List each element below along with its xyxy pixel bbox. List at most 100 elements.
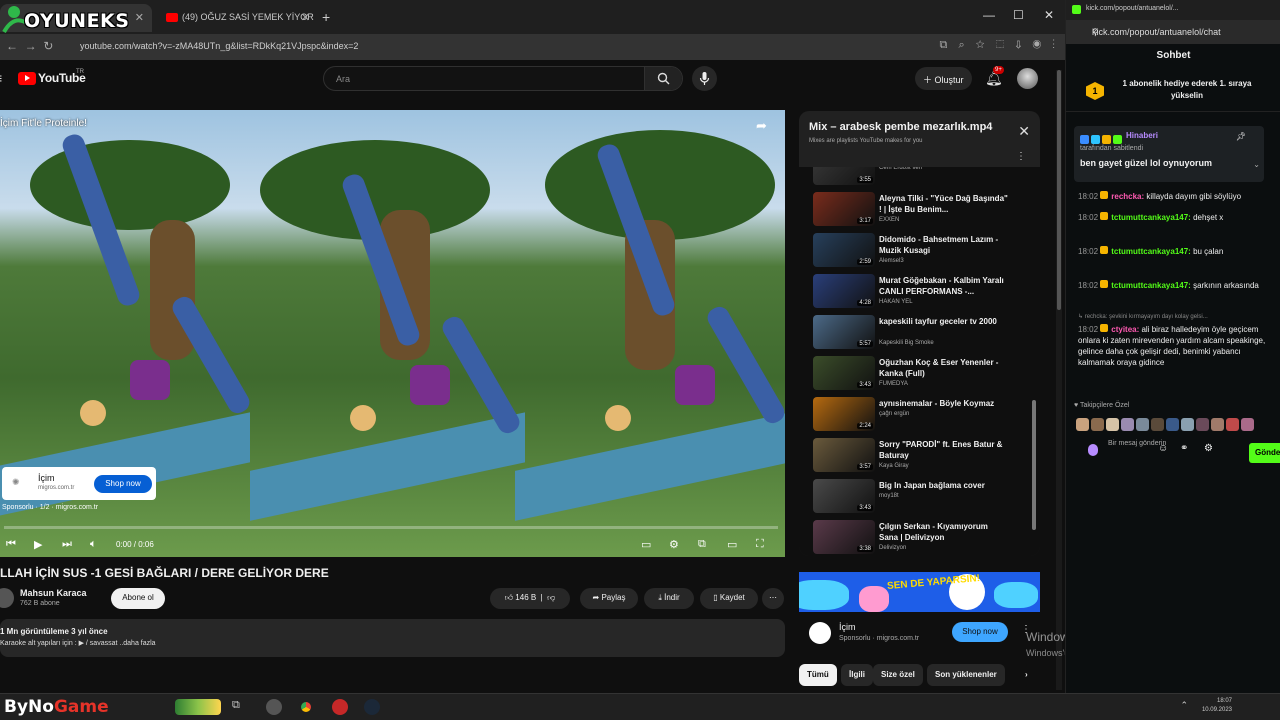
emote-icon[interactable] bbox=[1136, 418, 1149, 431]
minimize-icon[interactable]: — bbox=[983, 8, 995, 22]
send-button[interactable]: Gönder bbox=[1249, 443, 1280, 463]
maximize-icon[interactable]: ☐ bbox=[1013, 8, 1024, 22]
playlist-item[interactable]: 3:43 Big In Japan bağlama cover moy18t bbox=[799, 477, 1040, 517]
pin-icon[interactable]: 📌︎ bbox=[1236, 132, 1246, 141]
chat-message[interactable]: 18:02 rechcka: killayda dayım gibi söylü… bbox=[1078, 191, 1270, 202]
emote-icon[interactable] bbox=[1106, 418, 1119, 431]
playlist-item[interactable]: 3:55 Cem Erdost İlerl bbox=[799, 167, 1040, 189]
volume-icon[interactable]: 🔈︎ bbox=[90, 538, 97, 551]
tab-close-icon[interactable]: ✕ bbox=[301, 11, 310, 24]
settings-gear-icon[interactable]: ⚙ bbox=[669, 538, 679, 551]
save-button[interactable]: ▯ Kaydet bbox=[700, 588, 758, 609]
chip-recent[interactable]: Son yüklenenler bbox=[927, 664, 1005, 686]
playlist-thumbnail[interactable]: 3:57 bbox=[813, 438, 875, 472]
playlist-thumbnail[interactable]: 3:38 bbox=[813, 520, 875, 554]
chevron-down-icon[interactable]: ⌄ bbox=[1253, 160, 1260, 169]
microphone-button[interactable] bbox=[692, 66, 717, 91]
chat-message[interactable]: 18:02 tctumuttcankaya147: dehşet x bbox=[1078, 212, 1270, 223]
video-ad-card[interactable]: ✺ İçim migros.com.tr Shop now bbox=[2, 467, 156, 500]
window-close-icon[interactable]: ✕ bbox=[1044, 8, 1054, 22]
chip-for-you[interactable]: Size özel bbox=[873, 664, 923, 686]
url-field[interactable]: youtube.com/watch?v=-zMA48UTn_g&list=RDk… bbox=[80, 41, 358, 51]
subtitles-icon[interactable]: ▭ bbox=[641, 538, 651, 551]
chat-message[interactable]: 18:02 tctumuttcankaya147: şarkının arkas… bbox=[1078, 280, 1270, 291]
chip-all[interactable]: Tümü bbox=[799, 664, 837, 686]
video-player[interactable]: İçim Fit'le Proteinle! ➦ ✺ İçim migros.c… bbox=[0, 110, 785, 557]
play-icon[interactable]: ▶ bbox=[34, 538, 42, 551]
microphone-icon[interactable] bbox=[1088, 444, 1098, 456]
youtube-logo-icon[interactable] bbox=[18, 72, 36, 85]
playlist-thumbnail[interactable]: 3:43 bbox=[813, 356, 875, 390]
more-actions-icon[interactable]: ⋯ bbox=[762, 588, 784, 609]
banner-ad[interactable]: SEN DE YAPARSIN! bbox=[799, 572, 1040, 612]
playlist-item-title[interactable]: Çılgın Serkan - Kıyamıyorum Sana | Deliv… bbox=[879, 521, 1009, 543]
emote-icon[interactable] bbox=[1196, 418, 1209, 431]
playlist-thumbnail[interactable]: 2:24 bbox=[813, 397, 875, 431]
account-avatar[interactable] bbox=[1017, 68, 1038, 89]
playlist-item[interactable]: 3:43 Oğuzhan Koç & Eser Yenenler - Kanka … bbox=[799, 354, 1040, 394]
share-button[interactable]: ➦ Paylaş bbox=[580, 588, 638, 609]
search-input[interactable]: Ara bbox=[336, 74, 350, 84]
playlist-thumbnail[interactable]: 3:43 bbox=[813, 479, 875, 513]
close-icon[interactable]: ✕ bbox=[1018, 123, 1030, 140]
theater-mode-icon[interactable]: ▭ bbox=[727, 538, 737, 551]
playlist-item-title[interactable]: Didomido - Bahsetmem Lazım - Muzik Kusag… bbox=[879, 234, 1009, 256]
browser-toolbar-icons[interactable]: ⧉ ⌕ ☆ ⬚ ⇩ ◉ ⋮ bbox=[940, 39, 1055, 52]
emote-icon[interactable] bbox=[1166, 418, 1179, 431]
search-button[interactable] bbox=[644, 67, 682, 90]
playlist-thumbnail[interactable]: 4:28 bbox=[813, 274, 875, 308]
playlist-item[interactable]: 2:24 aynısinemalar - Böyle Koymaz çağrı er… bbox=[799, 395, 1040, 435]
menu-icon[interactable]: ≡ bbox=[0, 70, 2, 86]
share-arrow-icon[interactable]: ➦ bbox=[756, 118, 767, 134]
shop-now-button[interactable]: Shop now bbox=[94, 475, 152, 493]
app-icon[interactable] bbox=[266, 699, 282, 715]
thumbs-down-icon[interactable]: | 👎︎ bbox=[536, 593, 556, 602]
emote-icon[interactable] bbox=[1151, 418, 1164, 431]
chat-username[interactable]: ctyitea: bbox=[1111, 325, 1141, 334]
kick-url[interactable]: kick.com/popout/antuanelol/chat bbox=[1092, 27, 1221, 37]
playlist-title[interactable]: Mix – arabesk pembe mezarlık.mp4 bbox=[809, 121, 992, 133]
playlist-item-title[interactable]: Big In Japan bağlama cover bbox=[879, 480, 1009, 491]
chat-username[interactable]: rechcka: bbox=[1111, 192, 1146, 201]
emote-icon[interactable] bbox=[1211, 418, 1224, 431]
emote-icon[interactable] bbox=[1076, 418, 1089, 431]
emote-icon[interactable] bbox=[1241, 418, 1254, 431]
new-tab-icon[interactable]: + bbox=[322, 9, 330, 25]
fullscreen-icon[interactable]: ⛶ bbox=[756, 538, 764, 551]
miniplayer-icon[interactable]: ⧉ bbox=[698, 538, 706, 551]
kick-address-bar[interactable]: ⚲ kick.com/popout/antuanelol/chat bbox=[1066, 20, 1280, 44]
kick-tab-label[interactable]: kick.com/popout/antuanelol/... bbox=[1086, 5, 1179, 12]
description-box[interactable]: 1 Mn görüntüleme 3 yıl önce Karaoke alt … bbox=[0, 619, 785, 657]
pinned-username[interactable]: Hinaberi bbox=[1126, 131, 1158, 140]
chat-input[interactable]: Bir mesaj gönderin ☺ ⚭ ⚙ bbox=[1074, 440, 1234, 464]
refresh-icon[interactable]: ← → ↻ bbox=[6, 39, 53, 53]
playlist-item-title[interactable]: Murat Göğebakan - Kalbim Yaralı CANLI PE… bbox=[879, 275, 1009, 297]
chat-username[interactable]: tctumuttcankaya147: bbox=[1111, 213, 1193, 222]
playlist-thumbnail[interactable]: 2:59 bbox=[813, 233, 875, 267]
shop-now-button[interactable]: Shop now bbox=[952, 622, 1008, 642]
playlist-item-title[interactable]: kapeskili tayfur geceler tv 2000 bbox=[879, 316, 1009, 327]
app-icon[interactable] bbox=[332, 699, 348, 715]
clock[interactable]: 18:07 10.09.2023 bbox=[1202, 697, 1232, 715]
emote-icon[interactable] bbox=[1091, 418, 1104, 431]
playlist-thumbnail[interactable]: 3:17 bbox=[813, 192, 875, 226]
playlist-item[interactable]: 3:17 Aleyna Tilki - "Yüce Dağ Başında" ! … bbox=[799, 190, 1040, 230]
link-icon[interactable]: ⚭ bbox=[1180, 443, 1188, 454]
playlist-item[interactable]: 2:59 Didomido - Bahsetmem Lazım - Muzik K… bbox=[799, 231, 1040, 271]
progress-bar[interactable] bbox=[4, 526, 778, 529]
browser-tab-youtube[interactable]: (49) OĞUZ SASİ YEMEK YİYOR ✕ bbox=[158, 4, 318, 32]
channel-avatar[interactable] bbox=[0, 588, 14, 608]
settings-gear-icon[interactable]: ⚙ bbox=[1204, 443, 1213, 454]
like-button[interactable]: 👍︎ 146 B | 👎︎ bbox=[490, 588, 570, 609]
emoji-icon[interactable]: ☺ bbox=[1158, 443, 1168, 454]
emote-icon[interactable] bbox=[1181, 418, 1194, 431]
playlist-item-title[interactable]: Aleyna Tilki - "Yüce Dağ Başında" ! | İş… bbox=[879, 193, 1009, 215]
playlist-scrollbar[interactable] bbox=[1032, 400, 1036, 530]
emote-icon[interactable] bbox=[1226, 418, 1239, 431]
playlist-thumbnail[interactable]: 3:55 bbox=[813, 167, 875, 185]
playlist-item[interactable]: 3:57 Sorry "PARODİ" ft. Enes Batur & Batu… bbox=[799, 436, 1040, 476]
playlist-item[interactable]: 5:57 kapeskili tayfur geceler tv 2000 Kape… bbox=[799, 313, 1040, 353]
playlist-item-title[interactable]: aynısinemalar - Böyle Koymaz bbox=[879, 398, 1009, 409]
emote-icon[interactable] bbox=[1121, 418, 1134, 431]
chat-username[interactable]: tctumuttcankaya147: bbox=[1111, 281, 1193, 290]
